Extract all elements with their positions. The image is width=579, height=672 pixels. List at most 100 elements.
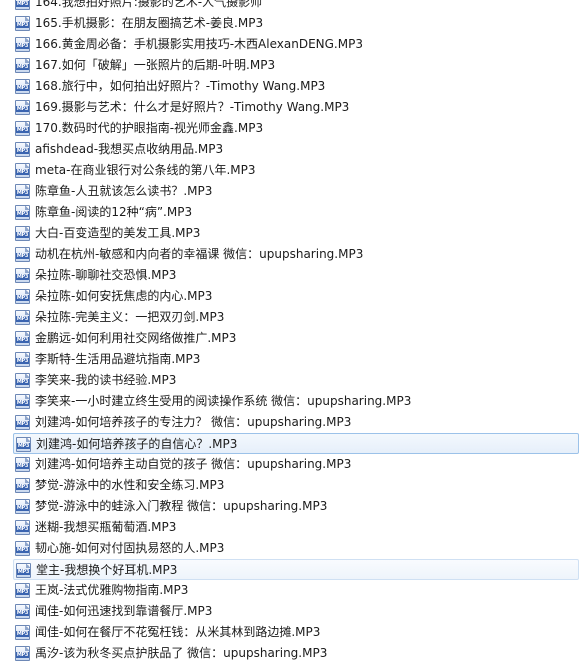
file-row[interactable]: MP3 169.摄影与艺术：什么才是好照片？-Timothy Wang.MP3	[0, 97, 579, 118]
mp3-file-icon-label: MP3	[16, 127, 29, 133]
file-row[interactable]: MP3 刘建鸿-如何培养主动自觉的孩子 微信：upupsharing.MP3	[0, 454, 579, 475]
mp3-file-icon-label: MP3	[17, 569, 30, 575]
mp3-file-icon: MP3	[15, 121, 30, 136]
file-row[interactable]: MP3 动机在杭州-敏感和内向者的幸福课 微信：upupsharing.MP3	[0, 244, 579, 265]
file-row[interactable]: MP3 闻佳-如何在餐厅不花冤枉钱：从米其林到路边摊.MP3	[0, 622, 579, 643]
mp3-file-icon: MP3	[15, 205, 30, 220]
mp3-file-icon-label: MP3	[16, 274, 29, 280]
file-row[interactable]: MP3 164.我想拍好照片:摄影的艺术-人气摄影师	[0, 0, 579, 13]
file-name: 金鹏远-如何利用社交网络做推广.MP3	[35, 331, 237, 345]
mp3-file-icon: MP3	[15, 16, 30, 31]
file-row[interactable]: MP3 166.黄金周必备：手机摄影实用技巧-木西AlexanDENG.MP3	[0, 34, 579, 55]
mp3-file-icon-label: MP3	[16, 148, 29, 154]
file-name: meta-在商业银行对公条线的第八年.MP3	[35, 163, 256, 177]
mp3-file-icon: MP3	[15, 499, 30, 514]
file-row[interactable]: MP3 王岚-法式优雅购物指南.MP3	[0, 580, 579, 601]
file-row[interactable]: MP3 陈章鱼-阅读的12种“病”.MP3	[0, 202, 579, 223]
mp3-file-icon-label: MP3	[16, 526, 29, 532]
file-row[interactable]: MP3 165.手机摄影：在朋友圈搞艺术-姜良.MP3	[0, 13, 579, 34]
file-name: 刘建鸿-如何培养主动自觉的孩子 微信：upupsharing.MP3	[35, 457, 352, 471]
mp3-file-icon-label: MP3	[16, 463, 29, 469]
mp3-file-icon-label: MP3	[16, 64, 29, 70]
mp3-file-icon-label: MP3	[16, 190, 29, 196]
file-row[interactable]: MP3 李斯特-生活用品避坑指南.MP3	[0, 349, 579, 370]
file-name: afishdead-我想买点收纳用品.MP3	[35, 142, 224, 156]
mp3-file-icon-label: MP3	[16, 1, 29, 7]
file-row[interactable]: MP3 刘建鸿-如何培养孩子的专注力？ 微信：upupsharing.MP3	[0, 412, 579, 433]
mp3-file-icon: MP3	[15, 58, 30, 73]
mp3-file-icon: MP3	[15, 373, 30, 388]
mp3-file-icon-label: MP3	[16, 169, 29, 175]
mp3-file-icon: MP3	[15, 520, 30, 535]
mp3-file-icon-label: MP3	[16, 547, 29, 553]
mp3-file-icon: MP3	[15, 604, 30, 619]
file-row[interactable]: MP3 朵拉陈-如何安抚焦虑的内心.MP3	[0, 286, 579, 307]
file-row[interactable]: MP3 迷糊-我想买瓶葡萄酒.MP3	[0, 517, 579, 538]
file-row[interactable]: MP3 梦觉-游泳中的水性和安全练习.MP3	[0, 475, 579, 496]
file-name: 闻佳-如何迅速找到靠谱餐厅.MP3	[35, 604, 213, 618]
mp3-file-icon-label: MP3	[16, 295, 29, 301]
file-name: 陈章鱼-阅读的12种“病”.MP3	[35, 205, 193, 219]
mp3-file-icon: MP3	[15, 310, 30, 325]
mp3-file-icon-label: MP3	[16, 337, 29, 343]
file-name: 闻佳-如何在餐厅不花冤枉钱：从米其林到路边摊.MP3	[35, 625, 321, 639]
file-row[interactable]: MP3 168.旅行中，如何拍出好照片？-Timothy Wang.MP3	[0, 76, 579, 97]
file-row[interactable]: MP3 大白-百变造型的美发工具.MP3	[0, 223, 579, 244]
mp3-file-icon-label: MP3	[16, 106, 29, 112]
file-row[interactable]: MP3 170.数码时代的护眼指南-视光师金鑫.MP3	[0, 118, 579, 139]
mp3-file-icon: MP3	[15, 478, 30, 493]
file-name: 166.黄金周必备：手机摄影实用技巧-木西AlexanDENG.MP3	[35, 37, 363, 51]
mp3-file-icon-label: MP3	[16, 22, 29, 28]
mp3-file-icon: MP3	[15, 394, 30, 409]
file-row[interactable]: MP3 167.如何「破解」一张照片的后期-叶明.MP3	[0, 55, 579, 76]
file-name: 大白-百变造型的美发工具.MP3	[35, 226, 201, 240]
file-name: 堂主-我想换个好耳机.MP3	[36, 563, 178, 577]
file-row[interactable]: MP3 李笑来-一小时建立终生受用的阅读操作系统 微信：upupsharing.M…	[0, 391, 579, 412]
file-name: 刘建鸿-如何培养孩子的专注力？ 微信：upupsharing.MP3	[35, 415, 352, 429]
file-row[interactable]: MP3 朵拉陈-聊聊社交恐惧.MP3	[0, 265, 579, 286]
file-row[interactable]: MP3 禹汐-该为秋冬买点护肤品了 微信：upupsharing.MP3	[0, 643, 579, 664]
file-name: 刘建鸿-如何培养孩子的自信心？.MP3	[36, 437, 238, 451]
file-row[interactable]: MP3 堂主-我想换个好耳机.MP3	[13, 559, 579, 580]
file-row[interactable]: MP3 meta-在商业银行对公条线的第八年.MP3	[0, 160, 579, 181]
mp3-file-icon: MP3	[15, 625, 30, 640]
file-name: 164.我想拍好照片:摄影的艺术-人气摄影师	[35, 0, 263, 9]
file-row[interactable]: MP3 韧心施-如何对付固执易怒的人.MP3	[0, 538, 579, 559]
file-row[interactable]: MP3 陈章鱼-人丑就该怎么读书？.MP3	[0, 181, 579, 202]
file-name: 陈章鱼-人丑就该怎么读书？.MP3	[35, 184, 213, 198]
mp3-file-icon: MP3	[15, 268, 30, 283]
mp3-file-icon: MP3	[15, 163, 30, 178]
file-name: 动机在杭州-敏感和内向者的幸福课 微信：upupsharing.MP3	[35, 247, 364, 261]
mp3-file-icon-label: MP3	[16, 253, 29, 259]
file-name: 165.手机摄影：在朋友圈搞艺术-姜良.MP3	[35, 16, 264, 30]
file-name: 韧心施-如何对付固执易怒的人.MP3	[35, 541, 225, 555]
file-name: 167.如何「破解」一张照片的后期-叶明.MP3	[35, 58, 276, 72]
mp3-file-icon-label: MP3	[16, 358, 29, 364]
file-row[interactable]: MP3 刘建鸿-如何培养孩子的自信心？.MP3	[13, 433, 579, 454]
mp3-file-icon-label: MP3	[16, 400, 29, 406]
mp3-file-icon-label: MP3	[16, 505, 29, 511]
file-row[interactable]: MP3 金鹏远-如何利用社交网络做推广.MP3	[0, 328, 579, 349]
mp3-file-icon: MP3	[15, 415, 30, 430]
mp3-file-icon: MP3	[15, 352, 30, 367]
file-name: 朵拉陈-聊聊社交恐惧.MP3	[35, 268, 177, 282]
mp3-file-icon: MP3	[15, 142, 30, 157]
mp3-file-icon: MP3	[15, 79, 30, 94]
file-name: 169.摄影与艺术：什么才是好照片？-Timothy Wang.MP3	[35, 100, 350, 114]
file-row[interactable]: MP3 梦觉-游泳中的蛙泳入门教程 微信：upupsharing.MP3	[0, 496, 579, 517]
mp3-file-icon: MP3	[16, 437, 31, 452]
file-list: MP3 164.我想拍好照片:摄影的艺术-人气摄影师 MP3 165.手机摄影：在朋友…	[0, 0, 579, 664]
mp3-file-icon: MP3	[15, 646, 30, 661]
mp3-file-icon-label: MP3	[16, 85, 29, 91]
file-row[interactable]: MP3 李笑来-我的读书经验.MP3	[0, 370, 579, 391]
file-row[interactable]: MP3 朵拉陈-完美主义：一把双刃剑.MP3	[0, 307, 579, 328]
mp3-file-icon: MP3	[15, 583, 30, 598]
mp3-file-icon-label: MP3	[17, 443, 30, 449]
file-row[interactable]: MP3 afishdead-我想买点收纳用品.MP3	[0, 139, 579, 160]
file-row[interactable]: MP3 闻佳-如何迅速找到靠谱餐厅.MP3	[0, 601, 579, 622]
file-name: 梦觉-游泳中的水性和安全练习.MP3	[35, 478, 225, 492]
file-name: 禹汐-该为秋冬买点护肤品了 微信：upupsharing.MP3	[35, 646, 328, 660]
mp3-file-icon-label: MP3	[16, 652, 29, 658]
mp3-file-icon-label: MP3	[16, 484, 29, 490]
mp3-file-icon-label: MP3	[16, 589, 29, 595]
